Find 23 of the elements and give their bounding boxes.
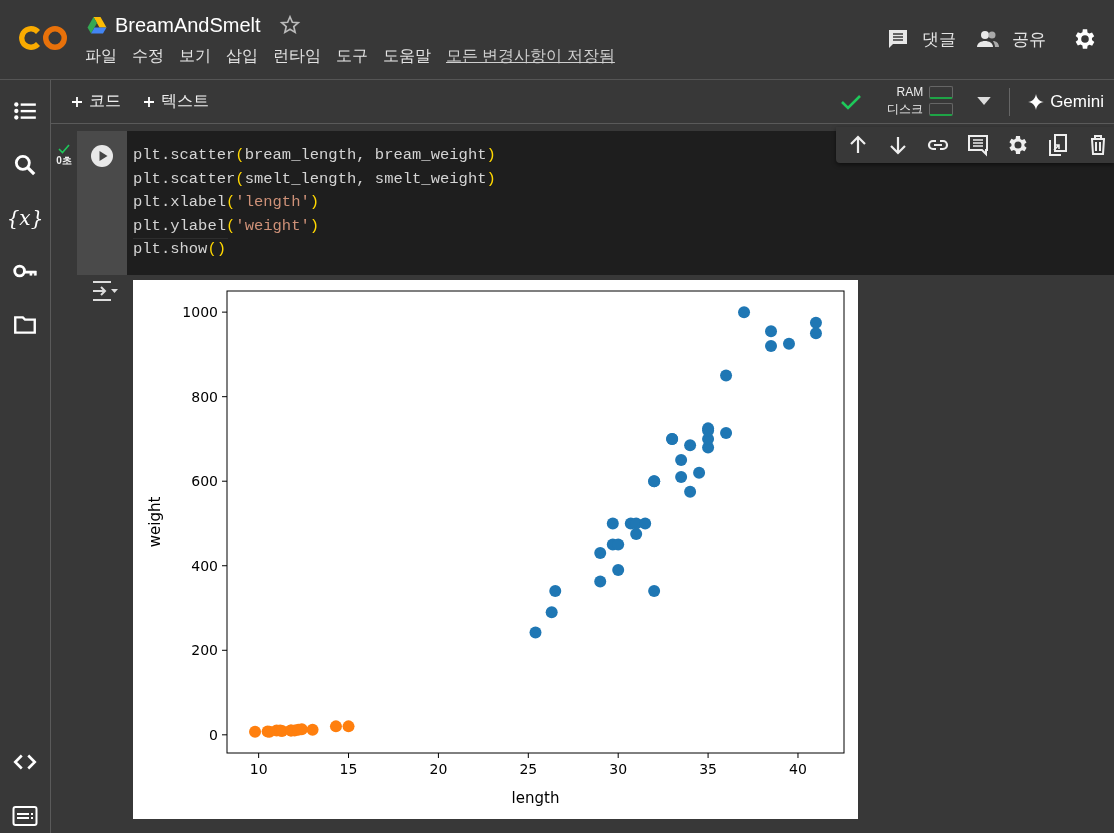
y-tick-label: 400 xyxy=(191,557,218,574)
x-tick-label: 15 xyxy=(339,761,358,777)
code-line: plt.scatter(smelt_length, smelt_weight) xyxy=(133,168,497,190)
code-line: plt.scatter(bream_length, bream_weight) xyxy=(133,145,497,166)
y-tick-label: 800 xyxy=(191,388,218,405)
code-line: plt.ylabel('weight') xyxy=(133,215,321,237)
x-tick-label: 25 xyxy=(519,761,538,777)
y-tick-label: 200 xyxy=(191,642,218,659)
x-tick-label: 40 xyxy=(789,761,807,777)
y-tick-label: 0 xyxy=(209,726,218,743)
disk-label: 디스크 xyxy=(887,101,924,118)
x-tick-label: 10 xyxy=(249,761,268,777)
y-axis-label: weight xyxy=(146,496,164,548)
x-tick-label: 30 xyxy=(609,761,628,777)
x-tick-label: 35 xyxy=(699,761,717,777)
y-tick-label: 600 xyxy=(191,473,218,490)
ram-label: RAM xyxy=(896,85,924,99)
code-line: plt.show() xyxy=(133,238,229,262)
y-tick-label: 1000 xyxy=(182,304,218,321)
code-line: plt.xlabel('length') xyxy=(133,192,321,213)
execution-time: 0초 xyxy=(56,154,72,168)
x-axis-label: length xyxy=(511,789,560,807)
x-tick-label: 20 xyxy=(429,761,448,777)
